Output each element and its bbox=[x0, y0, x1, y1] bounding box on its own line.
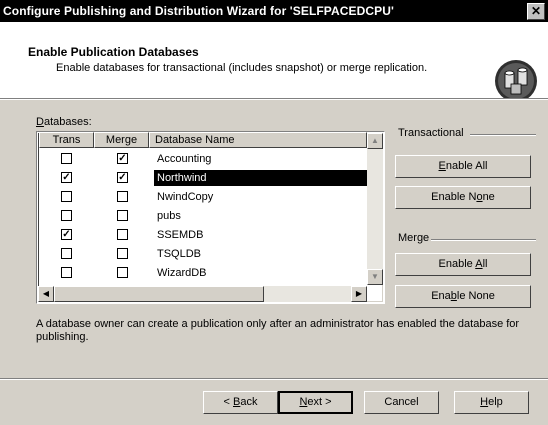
close-button[interactable]: ✕ bbox=[527, 3, 545, 20]
merge-enable-none-button[interactable]: Enable None bbox=[395, 285, 531, 308]
scroll-left-button[interactable]: ◀ bbox=[38, 286, 54, 302]
database-server-icon bbox=[495, 60, 537, 102]
merge-checkbox[interactable]: ✓ bbox=[117, 153, 128, 164]
trans-checkbox[interactable] bbox=[61, 248, 72, 259]
next-button[interactable]: Next > bbox=[278, 391, 353, 414]
trans-checkbox[interactable] bbox=[61, 210, 72, 221]
cancel-button[interactable]: Cancel bbox=[364, 391, 439, 414]
horizontal-scroll-thumb[interactable] bbox=[54, 286, 264, 302]
merge-checkbox[interactable]: ✓ bbox=[117, 172, 128, 183]
database-name: Accounting bbox=[157, 153, 212, 165]
page-subtitle: Enable databases for transactional (incl… bbox=[56, 62, 428, 74]
merge-checkbox[interactable] bbox=[117, 267, 128, 278]
vertical-scrollbar[interactable]: ▲ ▼ bbox=[367, 133, 383, 285]
help-button[interactable]: Help bbox=[454, 391, 529, 414]
transactional-enable-all-button[interactable]: Enable All bbox=[395, 155, 531, 178]
trans-checkbox[interactable] bbox=[61, 191, 72, 202]
databases-grid[interactable]: Trans Merge Database Name ✓ Accounting ✓ ✓ N… bbox=[36, 131, 385, 304]
table-row[interactable]: TSQLDB bbox=[39, 244, 369, 264]
merge-checkbox[interactable] bbox=[117, 248, 128, 259]
transactional-enable-none-button[interactable]: Enable None bbox=[395, 186, 531, 209]
database-name: Northwind bbox=[154, 170, 368, 186]
footer-divider-highlight bbox=[0, 379, 548, 380]
table-row[interactable]: WizardDB bbox=[39, 263, 369, 283]
wizard-header: Enable Publication Databases Enable data… bbox=[0, 22, 548, 102]
column-header-merge[interactable]: Merge bbox=[94, 132, 149, 148]
trans-checkbox[interactable] bbox=[61, 153, 72, 164]
table-row[interactable]: ✓ Accounting bbox=[39, 149, 369, 169]
window-title: Configure Publishing and Distribution Wi… bbox=[3, 4, 395, 18]
merge-checkbox[interactable] bbox=[117, 191, 128, 202]
horizontal-scrollbar[interactable]: ◀ ▶ bbox=[38, 286, 367, 302]
info-note: A database owner can create a publicatio… bbox=[36, 318, 520, 343]
transactional-group-label: Transactional bbox=[398, 127, 464, 139]
database-name: TSQLDB bbox=[157, 248, 202, 260]
scroll-up-button[interactable]: ▲ bbox=[367, 133, 383, 149]
merge-checkbox[interactable] bbox=[117, 210, 128, 221]
scroll-down-button[interactable]: ▼ bbox=[367, 269, 383, 285]
database-name: WizardDB bbox=[157, 267, 207, 279]
table-row[interactable]: NwindCopy bbox=[39, 187, 369, 207]
merge-group-line bbox=[431, 239, 536, 241]
merge-checkbox[interactable] bbox=[117, 229, 128, 240]
table-row[interactable]: ✓ ✓ Northwind bbox=[39, 168, 369, 188]
transactional-group-line bbox=[470, 134, 536, 136]
back-button[interactable]: < Back bbox=[203, 391, 278, 414]
merge-enable-all-button[interactable]: Enable All bbox=[395, 253, 531, 276]
trans-checkbox[interactable]: ✓ bbox=[61, 172, 72, 183]
table-row[interactable]: pubs bbox=[39, 206, 369, 226]
scroll-right-button[interactable]: ▶ bbox=[351, 286, 367, 302]
database-name: SSEMDB bbox=[157, 229, 204, 241]
merge-group-label: Merge bbox=[398, 232, 430, 244]
page-title: Enable Publication Databases bbox=[28, 45, 199, 59]
trans-checkbox[interactable]: ✓ bbox=[61, 229, 72, 240]
database-name: NwindCopy bbox=[157, 191, 214, 203]
column-header-trans[interactable]: Trans bbox=[39, 132, 94, 148]
column-header-name[interactable]: Database Name bbox=[149, 132, 367, 148]
title-bar: Configure Publishing and Distribution Wi… bbox=[0, 0, 548, 22]
database-name: pubs bbox=[157, 210, 181, 222]
trans-checkbox[interactable] bbox=[61, 267, 72, 278]
table-row[interactable]: ✓ SSEMDB bbox=[39, 225, 369, 245]
databases-label: Databases: bbox=[36, 116, 92, 128]
